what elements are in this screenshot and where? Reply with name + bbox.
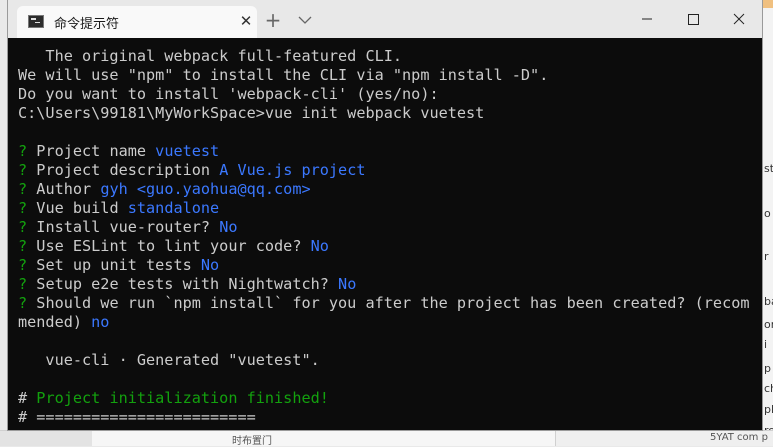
chevron-down-icon (298, 16, 312, 24)
background-text: o (764, 207, 771, 220)
prompt-answer: A Vue.js project (219, 161, 366, 179)
prompt-question: Install vue-router? (27, 218, 220, 236)
prompt-question: Vue build (27, 199, 128, 217)
prompt-line: ? Use ESLint to lint your code? No (18, 237, 762, 256)
tab-title: 命令提示符 (54, 17, 120, 32)
background-text: ch (764, 382, 773, 395)
background-window-edge: st o r ba on i p ch pl ro (762, 0, 773, 445)
command-line: C:\Users\99181\MyWorkSpace>vue init webp… (18, 104, 485, 122)
background-text: p (764, 362, 771, 375)
prompt-answer: No (219, 218, 238, 236)
prompt-line: ? Project name vuetest (18, 142, 762, 161)
terminal-output[interactable]: The original webpack full-featured CLI. … (8, 38, 762, 430)
output-line: Do you want to install 'webpack-cli' (ye… (18, 85, 439, 103)
prompt-answer: No (200, 256, 220, 274)
prompt-mark: ? (18, 161, 28, 179)
terminal-tab[interactable]: 命令提示符 ✕ (17, 6, 257, 38)
prompt-answer: standalone (127, 199, 220, 217)
prompt-line: ? Set up unit tests No (18, 256, 762, 275)
finish-hash: # (18, 389, 37, 407)
background-window-bottom: 时布置门 5YAT com p (0, 430, 773, 447)
finish-message: Project initialization finished! (36, 389, 329, 407)
close-icon (733, 13, 745, 25)
background-text: st (764, 162, 773, 175)
prompt-mark: ? (18, 199, 28, 217)
prompt-line: ? Vue build standalone (18, 199, 762, 218)
minimize-icon (642, 18, 652, 20)
background-text: 5YAT com p (710, 432, 768, 443)
background-panel (0, 431, 92, 446)
background-text: i (764, 338, 768, 351)
prompt-mark: ? (18, 237, 28, 255)
prompt-question: Project description (27, 161, 220, 179)
prompt-question: mended) (18, 313, 92, 331)
prompt-line: ? Author gyh <guo.yaohua@qq.com> (18, 180, 762, 199)
prompt-question: Author (27, 180, 101, 198)
prompt-question: Should we run `npm install` for you afte… (27, 294, 750, 312)
prompt-question: Set up unit tests (27, 256, 201, 274)
prompt-line: ? Install vue-router? No (18, 218, 762, 237)
divider-line: # ======================== (18, 408, 256, 426)
tab-dropdown-button[interactable] (295, 11, 315, 29)
background-accent (762, 0, 773, 8)
prompt-question: Setup e2e tests with Nightwatch? (27, 275, 339, 293)
prompt-answer: No (338, 275, 357, 293)
background-text: ba (764, 295, 773, 308)
new-tab-button[interactable]: + (262, 9, 284, 31)
prompt-answer: No (310, 237, 329, 255)
background-text: on (764, 318, 773, 331)
maximize-button[interactable] (670, 0, 716, 38)
prompt-line: mended) no (18, 313, 762, 332)
prompt-answer: no (91, 313, 110, 331)
output-line: We will use "npm" to install the CLI via… (18, 66, 549, 84)
prompt-mark: ? (18, 275, 28, 293)
tab-close-button[interactable]: ✕ (236, 11, 256, 31)
prompt-question: Project name (27, 142, 156, 160)
prompt-answer: gyh <guo.yaohua@qq.com> (100, 180, 311, 198)
prompt-mark: ? (18, 218, 28, 236)
finish-line: # Project initialization finished! (18, 389, 762, 408)
terminal-window: 命令提示符 ✕ + The original webpack full-feat… (8, 0, 762, 430)
minimize-button[interactable] (624, 0, 670, 38)
output-line: The original webpack full-featured CLI. (18, 47, 403, 65)
generated-line: vue-cli · Generated "vuetest". (18, 351, 320, 369)
prompt-mark: ? (18, 256, 28, 274)
prompt-line: ? Setup e2e tests with Nightwatch? No (18, 275, 762, 294)
background-text: pl (764, 403, 773, 416)
prompt-line: ? Project description A Vue.js project (18, 161, 762, 180)
cmd-icon (28, 15, 44, 28)
close-window-button[interactable] (716, 0, 762, 38)
prompt-question: Use ESLint to lint your code? (27, 237, 311, 255)
prompt-mark: ? (18, 180, 28, 198)
prompt-answer: vuetest (155, 142, 220, 160)
prompt-line: ? Should we run `npm install` for you af… (18, 294, 762, 313)
title-bar[interactable]: 命令提示符 ✕ + (8, 0, 762, 38)
background-text: r (764, 250, 769, 263)
prompt-mark: ? (18, 142, 28, 160)
maximize-icon (688, 14, 699, 25)
prompt-mark: ? (18, 294, 28, 312)
